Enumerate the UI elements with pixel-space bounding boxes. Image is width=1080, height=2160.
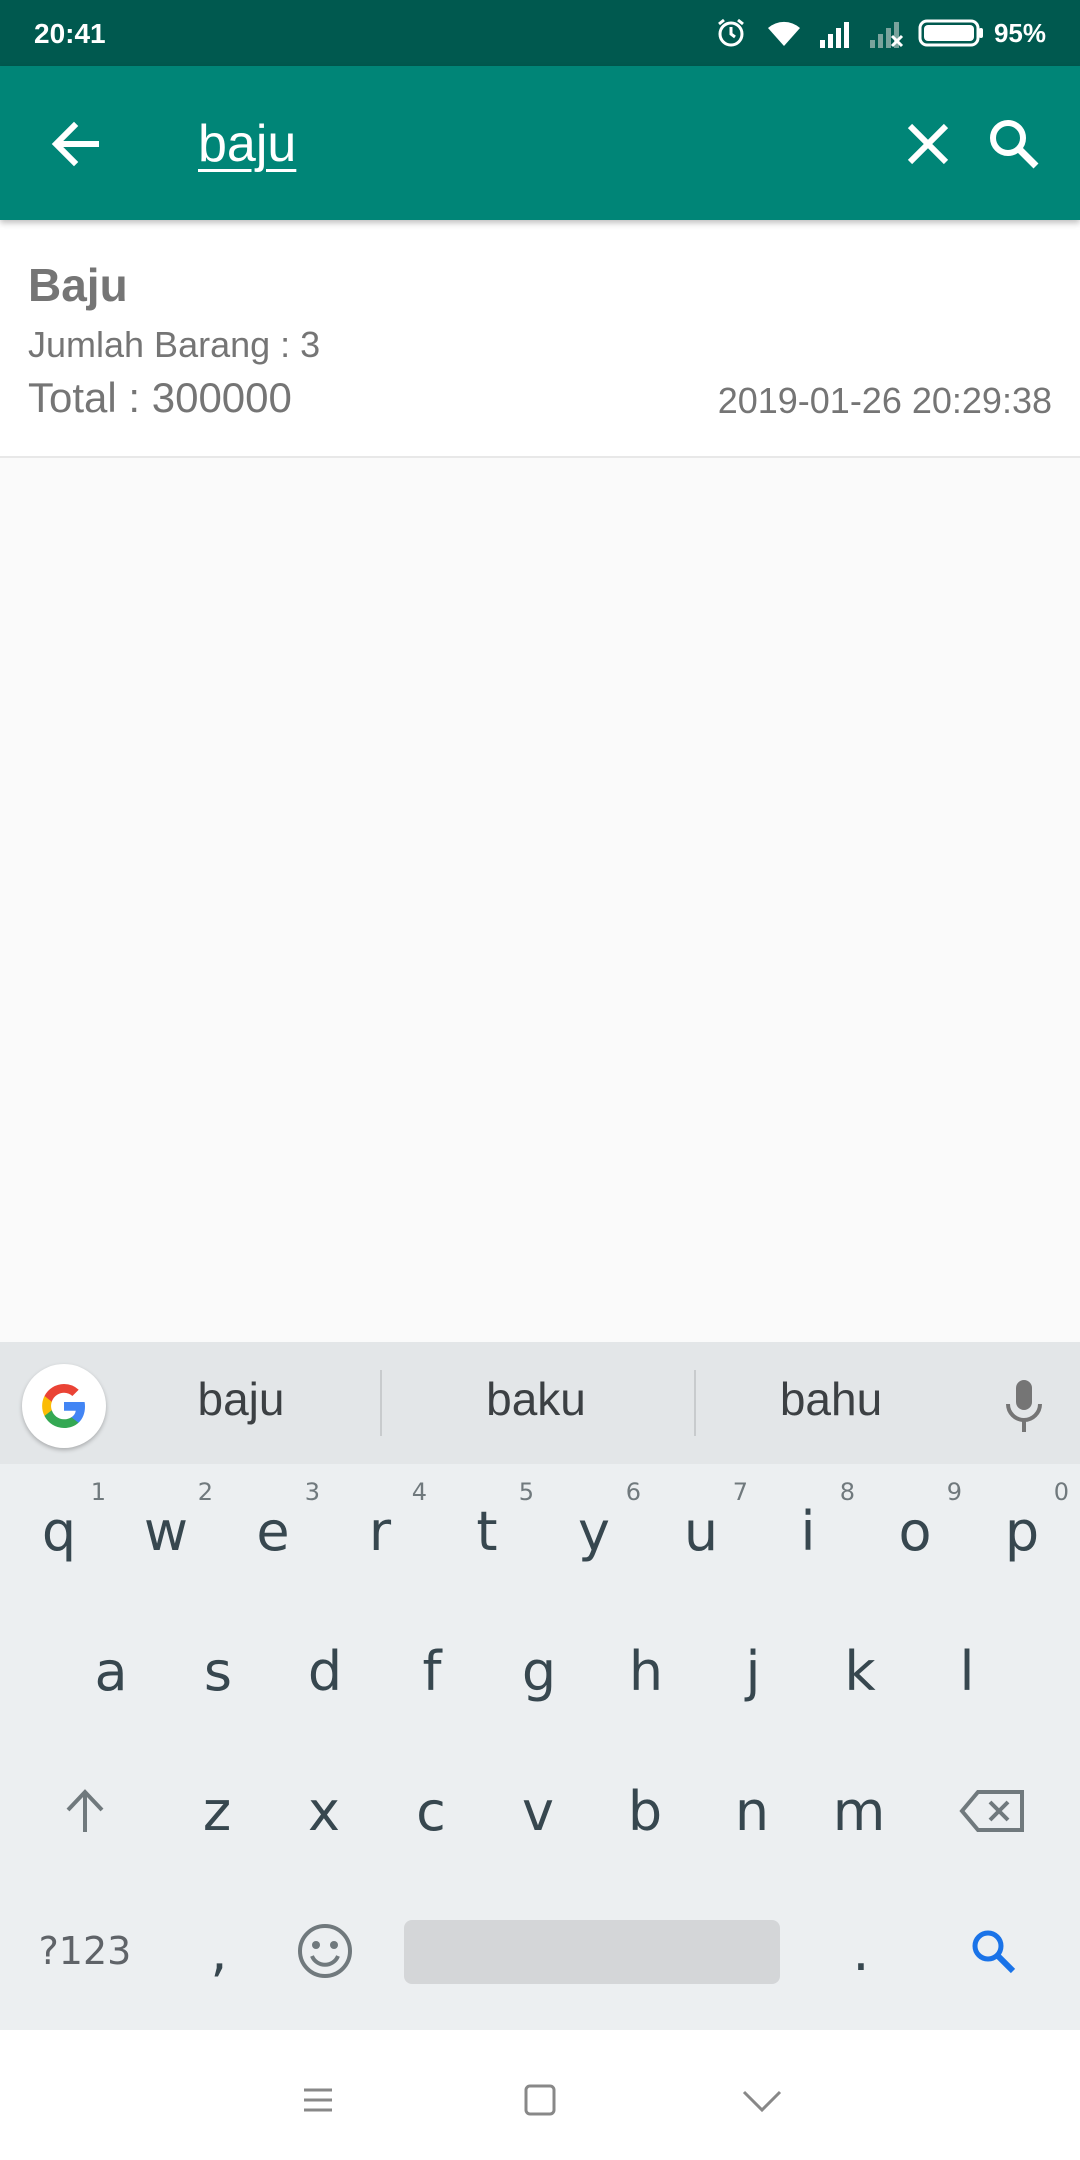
- back-chevron-icon: [742, 2090, 782, 2113]
- key-v[interactable]: v: [485, 1752, 591, 1870]
- search-action-key[interactable]: [940, 1892, 1046, 2010]
- signal-no-sim-icon: [869, 22, 904, 48]
- status-bar: 20:41 95%: [0, 0, 1080, 66]
- key-number-hint: 2: [197, 1478, 213, 1506]
- key-c[interactable]: c: [378, 1752, 484, 1870]
- key-g[interactable]: g: [486, 1612, 592, 1730]
- key-r[interactable]: r4: [327, 1472, 433, 1590]
- key-i[interactable]: i8: [755, 1472, 861, 1590]
- result-list-item[interactable]: Baju Jumlah Barang : 3 Total : 300000 20…: [0, 220, 1080, 458]
- key-number-hint: 3: [304, 1478, 320, 1506]
- key-x[interactable]: x: [271, 1752, 377, 1870]
- key-y[interactable]: y6: [541, 1472, 647, 1590]
- key-label: p: [1004, 1499, 1040, 1563]
- key-h[interactable]: h: [593, 1612, 699, 1730]
- key-label: y: [578, 1499, 610, 1563]
- key-j[interactable]: j: [700, 1612, 806, 1730]
- suggestion-divider: [380, 1370, 382, 1436]
- key-k[interactable]: k: [807, 1612, 913, 1730]
- key-number-hint: 9: [946, 1478, 962, 1506]
- period-key[interactable]: .: [808, 1892, 914, 2010]
- key-f[interactable]: f: [379, 1612, 485, 1730]
- item-total: Total : 300000: [28, 374, 292, 421]
- back-nav-button[interactable]: [732, 2070, 792, 2130]
- key-p[interactable]: p0: [969, 1472, 1075, 1590]
- item-title: Baju: [28, 259, 128, 311]
- suggestion-2[interactable]: baku: [386, 1372, 686, 1426]
- key-label: t: [476, 1499, 498, 1563]
- signal-icon: [819, 22, 849, 48]
- symbols-key[interactable]: ?123: [32, 1892, 138, 2010]
- suggestion-3[interactable]: bahu: [681, 1372, 981, 1426]
- battery-icon: [918, 19, 983, 47]
- key-label: e: [256, 1499, 290, 1563]
- backspace-key[interactable]: [940, 1752, 1046, 1870]
- key-number-hint: 8: [839, 1478, 855, 1506]
- key-number-hint: 0: [1053, 1478, 1069, 1506]
- status-icons: 95%: [714, 12, 1080, 54]
- key-label: w: [143, 1499, 189, 1563]
- emoji-icon: [298, 1924, 352, 1978]
- key-a[interactable]: a: [58, 1612, 164, 1730]
- key-number-hint: 4: [411, 1478, 427, 1506]
- search-icon: [990, 120, 1039, 169]
- key-u[interactable]: u7: [648, 1472, 754, 1590]
- home-button[interactable]: [510, 2070, 570, 2130]
- search-toolbar: baju: [0, 66, 1080, 220]
- key-t[interactable]: t5: [434, 1472, 540, 1590]
- key-w[interactable]: w2: [113, 1472, 219, 1590]
- alarm-icon: [718, 18, 744, 47]
- shift-arrow-icon: [66, 1789, 104, 1832]
- key-z[interactable]: z: [164, 1752, 270, 1870]
- google-g-icon: [42, 1384, 85, 1428]
- key-n[interactable]: n: [699, 1752, 805, 1870]
- status-time: 20:41: [34, 18, 106, 49]
- key-number-hint: 1: [90, 1478, 106, 1506]
- key-label: i: [800, 1499, 816, 1563]
- home-square-icon: [524, 2084, 556, 2116]
- backspace-icon: [959, 1790, 1024, 1832]
- microphone-icon: [1006, 1380, 1042, 1432]
- key-number-hint: 6: [625, 1478, 641, 1506]
- shift-key[interactable]: [32, 1752, 138, 1870]
- system-nav-bar: [0, 2030, 1080, 2160]
- key-number-hint: 5: [518, 1478, 534, 1506]
- menu-icon: [304, 2088, 332, 2112]
- comma-key[interactable]: ,: [166, 1892, 272, 2010]
- key-label: u: [683, 1499, 719, 1563]
- key-o[interactable]: o9: [862, 1472, 968, 1590]
- clear-search-button[interactable]: [896, 112, 960, 176]
- key-label: o: [898, 1499, 932, 1563]
- item-quantity: Jumlah Barang : 3: [28, 324, 321, 365]
- wifi-icon: [767, 21, 800, 46]
- key-number-hint: 7: [732, 1478, 748, 1506]
- key-label: r: [368, 1499, 392, 1563]
- soft-keyboard: baju baku bahu ?123 , . q 1 w 2 e 3 r 4 …: [0, 1342, 1080, 2030]
- back-button[interactable]: [44, 112, 108, 176]
- key-q[interactable]: q1: [6, 1472, 112, 1590]
- key-s[interactable]: s: [165, 1612, 271, 1730]
- key-l[interactable]: l: [914, 1612, 1020, 1730]
- key-label: q: [41, 1499, 77, 1563]
- battery-percentage: 95%: [993, 17, 1046, 48]
- item-date: 2019-01-26 20:29:38: [717, 380, 1052, 421]
- key-e[interactable]: e3: [220, 1472, 326, 1590]
- suggestion-1[interactable]: baju: [91, 1372, 391, 1426]
- close-icon: [907, 123, 949, 165]
- back-arrow-icon: [51, 121, 99, 167]
- key-m[interactable]: m: [806, 1752, 912, 1870]
- space-key[interactable]: [404, 1920, 780, 1984]
- emoji-key[interactable]: [272, 1892, 378, 2010]
- search-icon: [972, 1930, 1016, 1974]
- voice-input-button[interactable]: [996, 1376, 1052, 1436]
- key-b[interactable]: b: [592, 1752, 698, 1870]
- key-d[interactable]: d: [272, 1612, 378, 1730]
- search-button[interactable]: [982, 112, 1046, 176]
- suggestion-strip: baju baku bahu: [0, 1342, 1080, 1464]
- menu-button[interactable]: [288, 2070, 348, 2130]
- search-input[interactable]: baju: [198, 114, 296, 174]
